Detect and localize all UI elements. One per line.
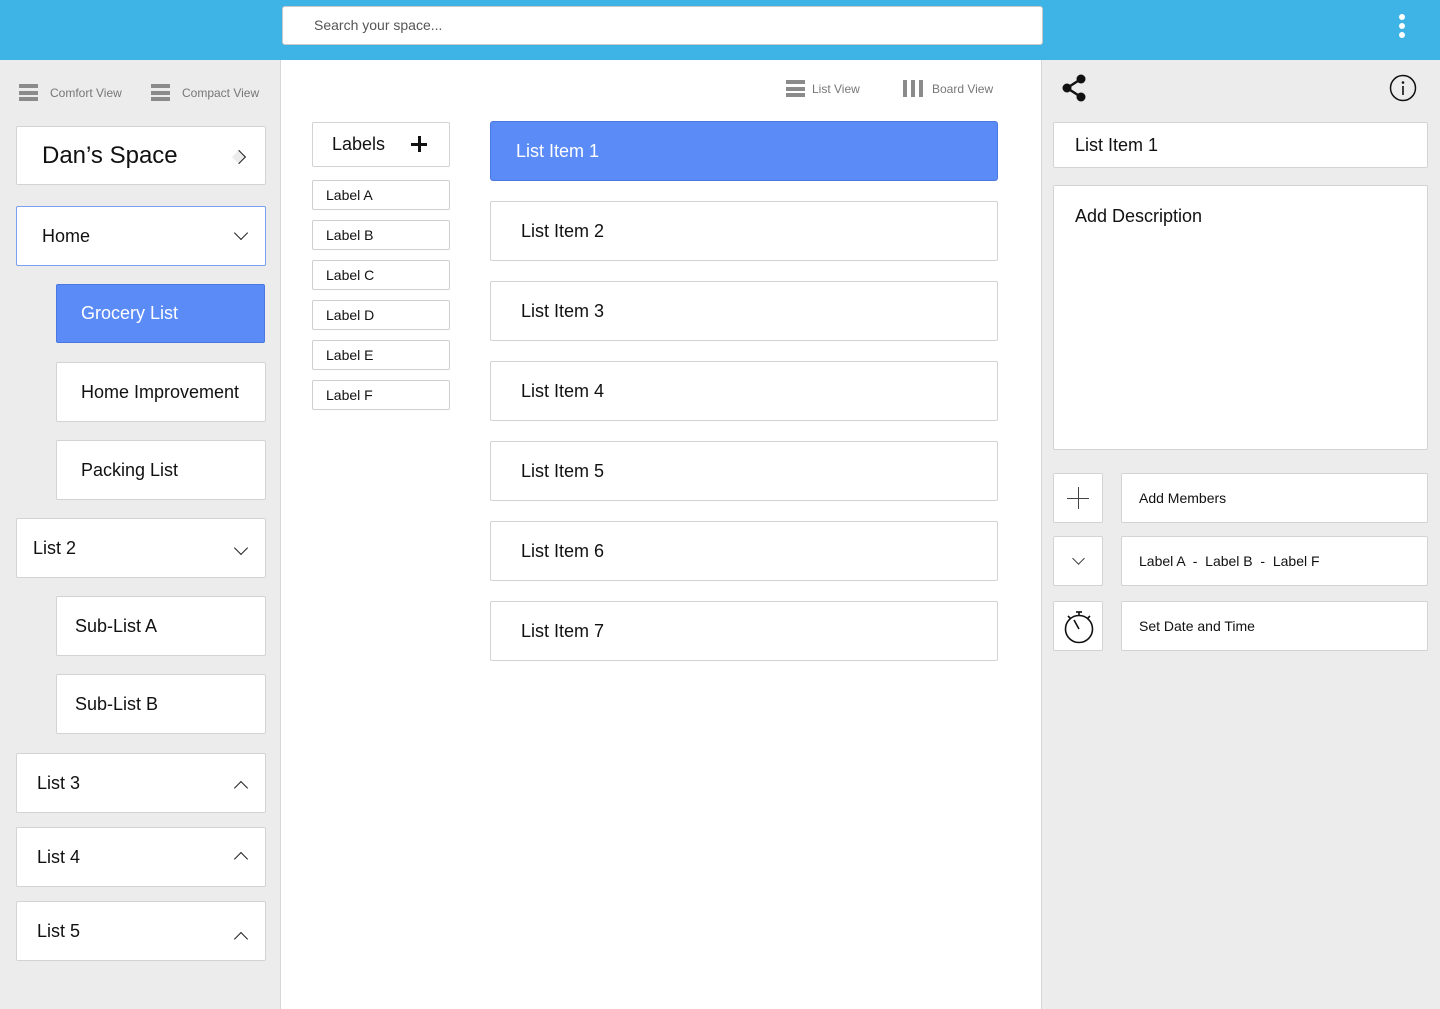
- timer-button[interactable]: [1053, 601, 1103, 651]
- add-members-label: Add Members: [1139, 490, 1227, 506]
- space-title: Dan’s Space: [42, 141, 178, 169]
- list-item-label: List Item 1: [516, 140, 600, 161]
- label-text: Label C: [326, 267, 375, 283]
- list-item-label: List Item 3: [521, 300, 605, 321]
- chevron-down-icon: [233, 540, 249, 556]
- nav-label: Home Improvement: [81, 381, 240, 402]
- label-chip[interactable]: Label A: [312, 180, 450, 210]
- label-text: Label E: [326, 347, 374, 363]
- nav-packing-list[interactable]: Packing List: [56, 440, 266, 500]
- list-lines-icon: [19, 84, 38, 101]
- list-item[interactable]: List Item 5: [490, 441, 998, 501]
- list-item[interactable]: List Item 3: [490, 281, 998, 341]
- nav-sub-list-a[interactable]: Sub-List A: [56, 596, 266, 656]
- list-item[interactable]: List Item 4: [490, 361, 998, 421]
- list-item[interactable]: List Item 2: [490, 201, 998, 261]
- nav-label: List 5: [37, 920, 81, 941]
- item-title-field[interactable]: List Item 1: [1053, 122, 1428, 168]
- list-item[interactable]: List Item 7: [490, 601, 998, 661]
- detail-panel: List Item 1 Add Description Add Members …: [1042, 60, 1440, 1009]
- list-item-label: List Item 4: [521, 380, 605, 401]
- label-text: Label F: [326, 387, 373, 403]
- labels-header: Labels: [312, 122, 450, 167]
- label-chip[interactable]: Label C: [312, 260, 450, 290]
- nav-grocery-list[interactable]: Grocery List: [56, 284, 265, 343]
- nav-label: Sub-List B: [75, 693, 159, 714]
- list-item-label: List Item 5: [521, 460, 605, 481]
- comfort-view-toggle[interactable]: Comfort View: [19, 84, 122, 101]
- nav-label: List 4: [37, 846, 81, 867]
- nav-label: Sub-List A: [75, 615, 158, 636]
- nav-list-3[interactable]: List 3: [16, 753, 266, 813]
- main-panel: List View Board View Labels Label A Labe…: [281, 60, 1042, 1009]
- nav-list-4[interactable]: List 4: [16, 827, 266, 887]
- list-lines-icon: [151, 84, 170, 101]
- add-members-field[interactable]: Add Members: [1121, 473, 1428, 523]
- board-view-label: Board View: [932, 81, 994, 96]
- nav-label: Grocery List: [81, 303, 179, 323]
- share-icon[interactable]: [1060, 74, 1088, 102]
- sidebar: Comfort View Compact View Dan’s Space Ho…: [0, 60, 281, 1009]
- comfort-view-label: Comfort View: [50, 85, 122, 100]
- labels-summary-text: Label A - Label B - Label F: [1139, 553, 1320, 569]
- top-bar: [0, 0, 1440, 60]
- nav-label: Packing List: [81, 459, 179, 480]
- label-text: Label B: [326, 227, 374, 243]
- kebab-menu-icon[interactable]: [1392, 12, 1412, 44]
- nav-list-2[interactable]: List 2: [16, 518, 266, 578]
- label-chip[interactable]: Label F: [312, 380, 450, 410]
- label-text: Label D: [326, 307, 375, 323]
- nav-label: Home: [42, 225, 91, 246]
- item-title-text: List Item 1: [1075, 134, 1159, 155]
- list-item-label: List Item 6: [521, 540, 605, 561]
- list-view-toggle[interactable]: List View: [786, 80, 860, 97]
- nav-label: List 3: [37, 772, 81, 793]
- add-members-button[interactable]: [1053, 473, 1103, 523]
- chevron-up-icon: [233, 780, 249, 796]
- set-date-label: Set Date and Time: [1139, 618, 1255, 634]
- labels-title: Labels: [332, 134, 386, 154]
- list-view-label: List View: [812, 81, 860, 96]
- nav-label: List 2: [33, 537, 77, 558]
- chevron-down-icon: [1072, 552, 1085, 565]
- label-chip[interactable]: Label E: [312, 340, 450, 370]
- list-lines-icon: [786, 80, 805, 97]
- stopwatch-icon: [1064, 611, 1094, 644]
- add-label-plus-icon[interactable]: [411, 136, 427, 152]
- list-item[interactable]: List Item 1: [490, 121, 998, 181]
- chevron-up-icon: [233, 851, 249, 867]
- nav-list-5[interactable]: List 5: [16, 901, 266, 961]
- chevron-up-icon: [233, 931, 249, 947]
- chevron-right-icon: [231, 149, 247, 165]
- search-input[interactable]: [282, 6, 1043, 45]
- chevron-down-icon: [233, 225, 249, 241]
- compact-view-toggle[interactable]: Compact View: [151, 84, 259, 101]
- space-selector[interactable]: Dan’s Space: [16, 126, 266, 185]
- description-field[interactable]: Add Description: [1053, 185, 1428, 450]
- set-date-field[interactable]: Set Date and Time: [1121, 601, 1428, 651]
- nav-sub-list-b[interactable]: Sub-List B: [56, 674, 266, 734]
- nav-home[interactable]: Home: [16, 206, 266, 266]
- label-text: Label A: [326, 187, 373, 203]
- list-item-label: List Item 7: [521, 620, 605, 641]
- plus-icon: [1067, 487, 1089, 509]
- compact-view-label: Compact View: [182, 85, 260, 100]
- labels-summary-field[interactable]: Label A - Label B - Label F: [1121, 536, 1428, 586]
- columns-icon: [903, 80, 923, 97]
- board-view-toggle[interactable]: Board View: [903, 80, 993, 97]
- list-item[interactable]: List Item 6: [490, 521, 998, 581]
- label-chip[interactable]: Label D: [312, 300, 450, 330]
- info-icon[interactable]: [1389, 74, 1417, 102]
- list-item-label: List Item 2: [521, 220, 605, 241]
- labels-dropdown-button[interactable]: [1053, 536, 1103, 586]
- nav-home-improvement[interactable]: Home Improvement: [56, 362, 266, 422]
- label-chip[interactable]: Label B: [312, 220, 450, 250]
- description-placeholder: Add Description: [1075, 206, 1203, 226]
